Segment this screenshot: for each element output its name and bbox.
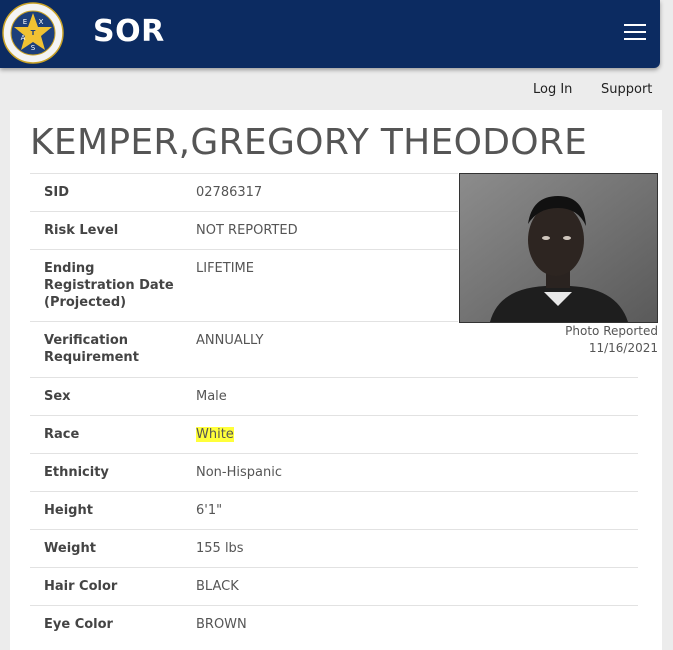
detail-row-weight: Weight 155 lbs: [30, 529, 638, 567]
detail-value: LIFETIME: [196, 261, 254, 276]
detail-label: Height: [44, 503, 93, 518]
detail-row-eye-color: Eye Color BROWN: [30, 605, 638, 643]
photo-reported-date: 11/16/2021: [588, 341, 658, 355]
detail-value: NOT REPORTED: [196, 223, 298, 238]
detail-row-height: Height 6'1": [30, 491, 638, 529]
detail-value: 155 lbs: [196, 541, 244, 556]
highlighted-value: White: [196, 427, 234, 442]
login-link[interactable]: Log In: [533, 82, 572, 97]
offender-photo-image: [460, 174, 657, 322]
detail-label: Hair Color: [44, 579, 118, 594]
app-title[interactable]: SOR: [93, 14, 165, 49]
detail-row-verification: Verification Requirement ANNUALLY: [30, 321, 458, 377]
detail-row-sid: SID 02786317: [30, 173, 458, 211]
hamburger-menu-icon[interactable]: [624, 24, 646, 40]
detail-label: Sex: [44, 389, 71, 404]
detail-value: Non-Hispanic: [196, 465, 282, 480]
texas-dps-seal-logo[interactable]: T E X A S: [2, 2, 64, 64]
detail-label: Ending Registration Date (Projected): [44, 261, 174, 310]
person-name: KEMPER,GREGORY THEODORE: [30, 122, 588, 163]
seal-letter-x: X: [39, 18, 44, 26]
detail-label: Risk Level: [44, 223, 119, 238]
offender-detail-card: KEMPER,GREGORY THEODORE SID 02786317 Ris…: [10, 110, 662, 650]
detail-value: Male: [196, 389, 227, 404]
detail-label: SID: [44, 185, 69, 200]
detail-label: Race: [44, 427, 80, 442]
detail-row-ethnicity: Ethnicity Non-Hispanic: [30, 453, 638, 491]
support-link[interactable]: Support: [601, 82, 652, 97]
seal-letter-a: A: [21, 34, 26, 42]
seal-letter-t: T: [31, 29, 36, 37]
seal-letter-s: S: [31, 44, 36, 52]
detail-value: 02786317: [196, 185, 263, 200]
photo-caption-label: Photo Reported: [565, 324, 658, 338]
detail-label: Eye Color: [44, 617, 113, 632]
detail-value: ANNUALLY: [196, 333, 264, 348]
detail-row-risk-level: Risk Level NOT REPORTED: [30, 211, 458, 249]
detail-row-hair-color: Hair Color BLACK: [30, 567, 638, 605]
detail-row-sex: Sex Male: [30, 377, 638, 415]
detail-value: 6'1": [196, 503, 223, 518]
top-app-bar: T E X A S SOR: [0, 0, 660, 68]
photo-caption: Photo Reported 11/16/2021: [459, 323, 658, 357]
detail-label: Ethnicity: [44, 465, 109, 480]
detail-row-ending-registration: Ending Registration Date (Projected) LIF…: [30, 249, 458, 321]
offender-photo[interactable]: [459, 173, 658, 323]
detail-row-race: Race White: [30, 415, 638, 453]
seal-letter-e: E: [23, 18, 27, 26]
detail-value: BROWN: [196, 617, 247, 632]
detail-label: Weight: [44, 541, 96, 556]
detail-value: BLACK: [196, 579, 239, 594]
detail-label: Verification Requirement: [44, 333, 139, 365]
